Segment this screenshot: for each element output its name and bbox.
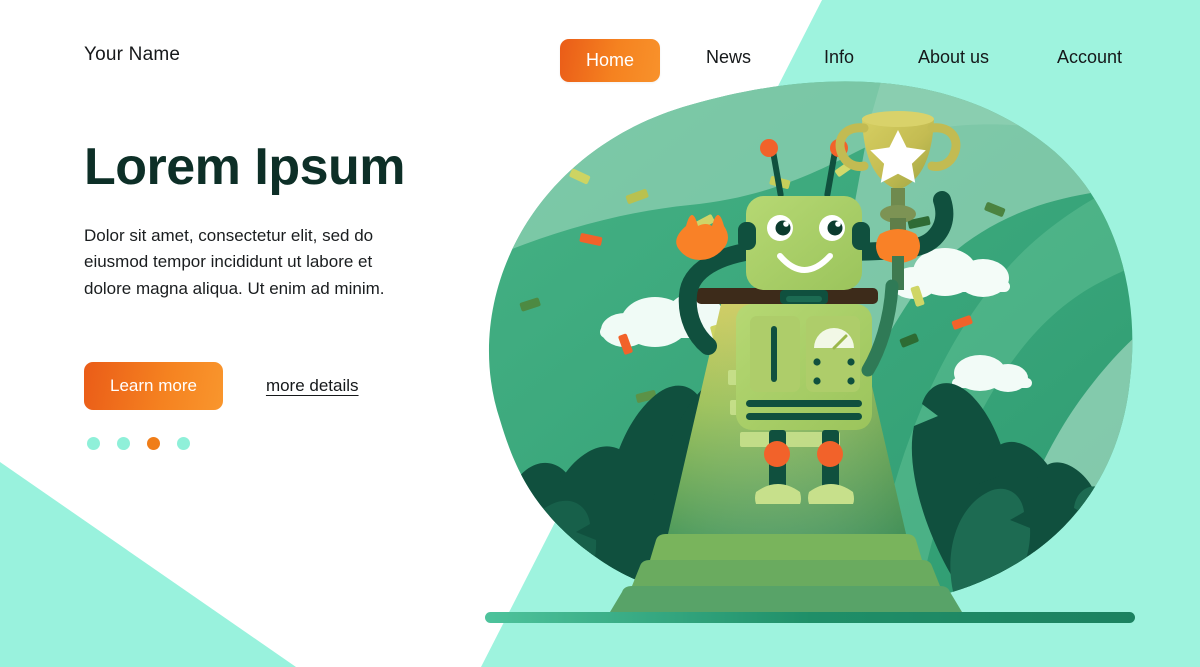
hero-section: Lorem Ipsum Dolor sit amet, consectetur … <box>84 138 484 450</box>
mint-wedge-bottom-left <box>0 462 296 667</box>
main-navigation: Home News Info About us Account <box>560 39 1122 82</box>
nav-item-news[interactable]: News <box>706 47 751 68</box>
podium-step-bottom <box>610 586 962 612</box>
podium-step-middle <box>632 560 940 586</box>
podium-step-top <box>650 534 922 560</box>
robot-head <box>738 196 870 304</box>
nav-item-account[interactable]: Account <box>1057 47 1122 68</box>
nav-home-label[interactable]: Home <box>560 39 661 82</box>
site-header: Your Name Home News Info About us Accoun… <box>0 0 1200 115</box>
brand-logo[interactable]: Your Name <box>84 44 180 66</box>
nav-item-about-us[interactable]: About us <box>918 47 989 68</box>
carousel-dot-1[interactable] <box>87 437 100 450</box>
robot-knee-left <box>764 441 790 467</box>
more-details-link[interactable]: more details <box>266 376 359 396</box>
page-title: Lorem Ipsum <box>84 138 406 196</box>
leaf-cluster-left-mid <box>506 500 597 613</box>
robot-knee-right <box>817 441 843 467</box>
robot-body <box>736 304 872 430</box>
ground-line <box>485 612 1135 623</box>
landing-page: Your Name Home News Info About us Accoun… <box>0 0 1200 667</box>
cta-row: Learn more more details <box>84 362 359 410</box>
hero-description: Dolor sit amet, consectetur elit, sed do… <box>84 225 385 299</box>
carousel-dot-4[interactable] <box>177 437 190 450</box>
learn-more-button[interactable]: Learn more <box>84 362 223 410</box>
carousel-indicator <box>87 437 190 450</box>
nav-item-info[interactable]: Info <box>824 47 854 68</box>
carousel-dot-3-active[interactable] <box>147 437 160 450</box>
nav-item-home[interactable]: Home <box>560 39 661 82</box>
carousel-dot-2[interactable] <box>117 437 130 450</box>
